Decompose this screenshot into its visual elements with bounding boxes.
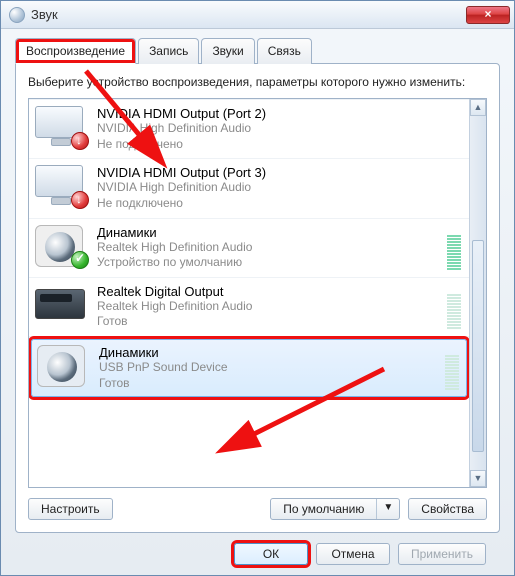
tab-label: Звуки bbox=[212, 44, 243, 58]
instruction-text: Выберите устройство воспроизведения, пар… bbox=[28, 74, 487, 90]
scroll-down-button[interactable]: ▼ bbox=[470, 470, 486, 487]
sound-icon bbox=[9, 7, 25, 23]
tab-communications[interactable]: Связь bbox=[257, 38, 312, 64]
device-name: NVIDIA HDMI Output (Port 3) bbox=[97, 165, 461, 180]
device-row-selected[interactable]: Динамики USB PnP Sound Device Готов bbox=[31, 339, 467, 397]
disconnected-badge-icon bbox=[71, 191, 89, 209]
monitor-icon bbox=[35, 106, 87, 148]
device-row[interactable]: Realtek Digital Output Realtek High Defi… bbox=[29, 278, 469, 337]
device-row[interactable]: Динамики Realtek High Definition Audio У… bbox=[29, 219, 469, 278]
device-driver: NVIDIA High Definition Audio bbox=[97, 180, 461, 196]
tab-label: Запись bbox=[149, 44, 188, 58]
apply-button[interactable]: Применить bbox=[398, 543, 486, 565]
default-badge-icon bbox=[71, 251, 89, 269]
tab-sounds[interactable]: Звуки bbox=[201, 38, 254, 64]
device-driver: USB PnP Sound Device bbox=[99, 360, 439, 376]
client-area: Воспроизведение Запись Звуки Связь Выбер… bbox=[1, 29, 514, 575]
close-button[interactable]: × bbox=[466, 6, 510, 24]
device-row[interactable]: NVIDIA HDMI Output (Port 3) NVIDIA High … bbox=[29, 159, 469, 218]
titlebar[interactable]: Звук × bbox=[1, 1, 514, 29]
device-status: Готов bbox=[97, 314, 441, 330]
scroll-track[interactable] bbox=[470, 116, 486, 470]
device-status: Не подключено bbox=[97, 196, 461, 212]
properties-button[interactable]: Свойства bbox=[408, 498, 487, 520]
device-status: Устройство по умолчанию bbox=[97, 255, 441, 271]
sound-dialog: Звук × Воспроизведение Запись Звуки Связ… bbox=[0, 0, 515, 576]
device-row[interactable]: NVIDIA HDMI Output (Port 2) NVIDIA High … bbox=[29, 99, 469, 159]
device-driver: Realtek High Definition Audio bbox=[97, 299, 441, 315]
device-status: Готов bbox=[99, 376, 439, 392]
speaker-icon bbox=[35, 225, 87, 267]
device-driver: NVIDIA High Definition Audio bbox=[97, 121, 461, 137]
cancel-button[interactable]: Отмена bbox=[316, 543, 390, 565]
set-default-label: По умолчанию bbox=[271, 499, 376, 519]
device-name: Динамики bbox=[97, 225, 441, 240]
device-name: Динамики bbox=[99, 345, 439, 360]
tab-label: Воспроизведение bbox=[26, 44, 125, 58]
scroll-up-button[interactable]: ▲ bbox=[470, 99, 486, 116]
disconnected-badge-icon bbox=[71, 132, 89, 150]
dialog-buttons: ОК Отмена Применить bbox=[15, 533, 500, 565]
device-name: Realtek Digital Output bbox=[97, 284, 441, 299]
device-list: NVIDIA HDMI Output (Port 2) NVIDIA High … bbox=[28, 98, 487, 488]
scroll-thumb[interactable] bbox=[472, 240, 484, 452]
monitor-icon bbox=[35, 165, 87, 207]
level-meter-icon bbox=[447, 285, 461, 329]
panel-buttons: Настроить По умолчанию ▼ Свойства bbox=[28, 498, 487, 520]
tabstrip: Воспроизведение Запись Звуки Связь bbox=[15, 38, 500, 64]
window-title: Звук bbox=[31, 7, 466, 22]
tab-playback[interactable]: Воспроизведение bbox=[15, 38, 136, 64]
chevron-down-icon[interactable]: ▼ bbox=[376, 499, 399, 519]
device-name: NVIDIA HDMI Output (Port 2) bbox=[97, 106, 461, 121]
tab-recording[interactable]: Запись bbox=[138, 38, 199, 64]
tab-label: Связь bbox=[268, 44, 301, 58]
scrollbar[interactable]: ▲ ▼ bbox=[469, 99, 486, 487]
ok-button[interactable]: ОК bbox=[234, 543, 308, 565]
device-list-inner: NVIDIA HDMI Output (Port 2) NVIDIA High … bbox=[29, 99, 469, 487]
configure-button[interactable]: Настроить bbox=[28, 498, 113, 520]
level-meter-icon bbox=[447, 226, 461, 270]
device-status: Не подключено bbox=[97, 137, 461, 153]
digital-output-icon bbox=[35, 284, 87, 326]
device-driver: Realtek High Definition Audio bbox=[97, 240, 441, 256]
playback-panel: Выберите устройство воспроизведения, пар… bbox=[15, 63, 500, 533]
set-default-button[interactable]: По умолчанию ▼ bbox=[270, 498, 400, 520]
level-meter-icon bbox=[445, 346, 459, 390]
speaker-icon bbox=[37, 345, 89, 387]
